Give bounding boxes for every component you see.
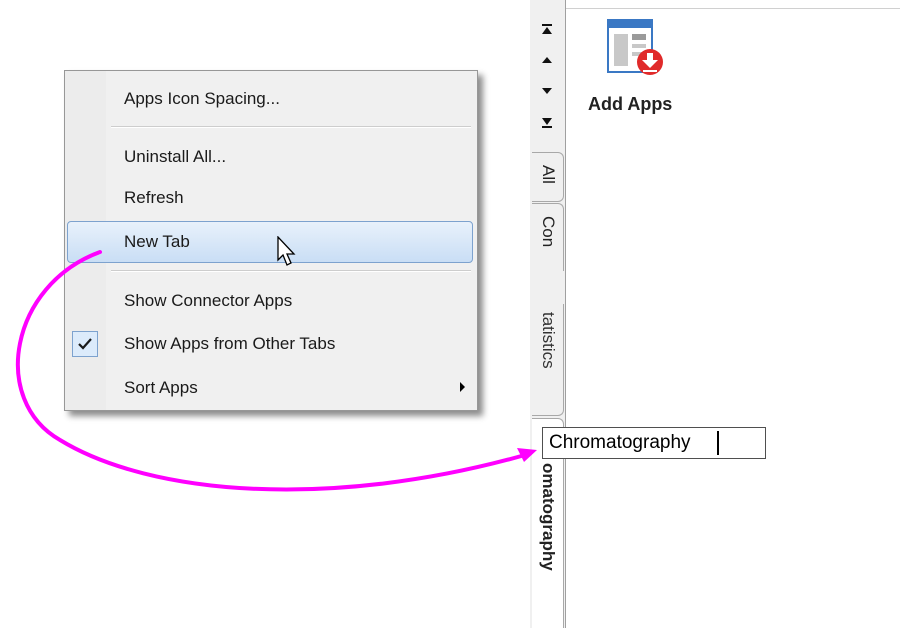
last-tab-icon[interactable] <box>536 110 558 132</box>
menu-item-refresh[interactable]: Refresh <box>67 178 473 218</box>
menu-separator <box>111 126 471 128</box>
tab-statistics[interactable]: tatistics <box>532 304 564 416</box>
menu-item-label: Uninstall All... <box>124 147 227 166</box>
next-tab-icon[interactable] <box>536 80 558 102</box>
menu-item-label: New Tab <box>124 232 190 251</box>
rename-tab-input[interactable] <box>542 427 766 459</box>
tab-label: All <box>539 165 558 184</box>
menu-item-sort-apps[interactable]: Sort Apps <box>67 368 473 408</box>
menu-item-new-tab[interactable]: New Tab <box>67 221 473 263</box>
context-menu: Apps Icon Spacing... Uninstall All... Re… <box>64 70 478 411</box>
tab-con[interactable]: Con <box>532 203 564 271</box>
add-apps-icon <box>607 19 663 75</box>
checkmark-icon <box>72 331 98 357</box>
tab-label: Con <box>539 216 558 248</box>
mouse-cursor-icon <box>277 236 296 266</box>
previous-tab-icon[interactable] <box>536 49 558 71</box>
tab-label: omatography <box>539 463 558 571</box>
menu-separator <box>111 270 471 272</box>
menu-item-show-connector-apps[interactable]: Show Connector Apps <box>67 281 473 321</box>
menu-item-label: Show Apps from Other Tabs <box>124 334 336 353</box>
add-apps-label: Add Apps <box>588 94 673 114</box>
tab-strip-divider <box>565 0 566 628</box>
tab-all[interactable]: All <box>532 152 564 202</box>
tab-label: tatistics <box>539 312 558 369</box>
submenu-arrow-icon <box>460 382 465 392</box>
menu-item-uninstall-all[interactable]: Uninstall All... <box>67 137 473 177</box>
text-caret <box>717 431 719 455</box>
menu-item-label: Refresh <box>124 188 184 207</box>
first-tab-icon[interactable] <box>536 20 558 42</box>
menu-item-label: Apps Icon Spacing... <box>124 89 280 108</box>
menu-item-show-apps-from-other-tabs[interactable]: Show Apps from Other Tabs <box>67 324 473 364</box>
panel-top-divider <box>566 8 900 9</box>
menu-item-label: Show Connector Apps <box>124 291 293 310</box>
menu-item-label: Sort Apps <box>124 378 198 397</box>
menu-item-apps-icon-spacing[interactable]: Apps Icon Spacing... <box>67 79 473 119</box>
